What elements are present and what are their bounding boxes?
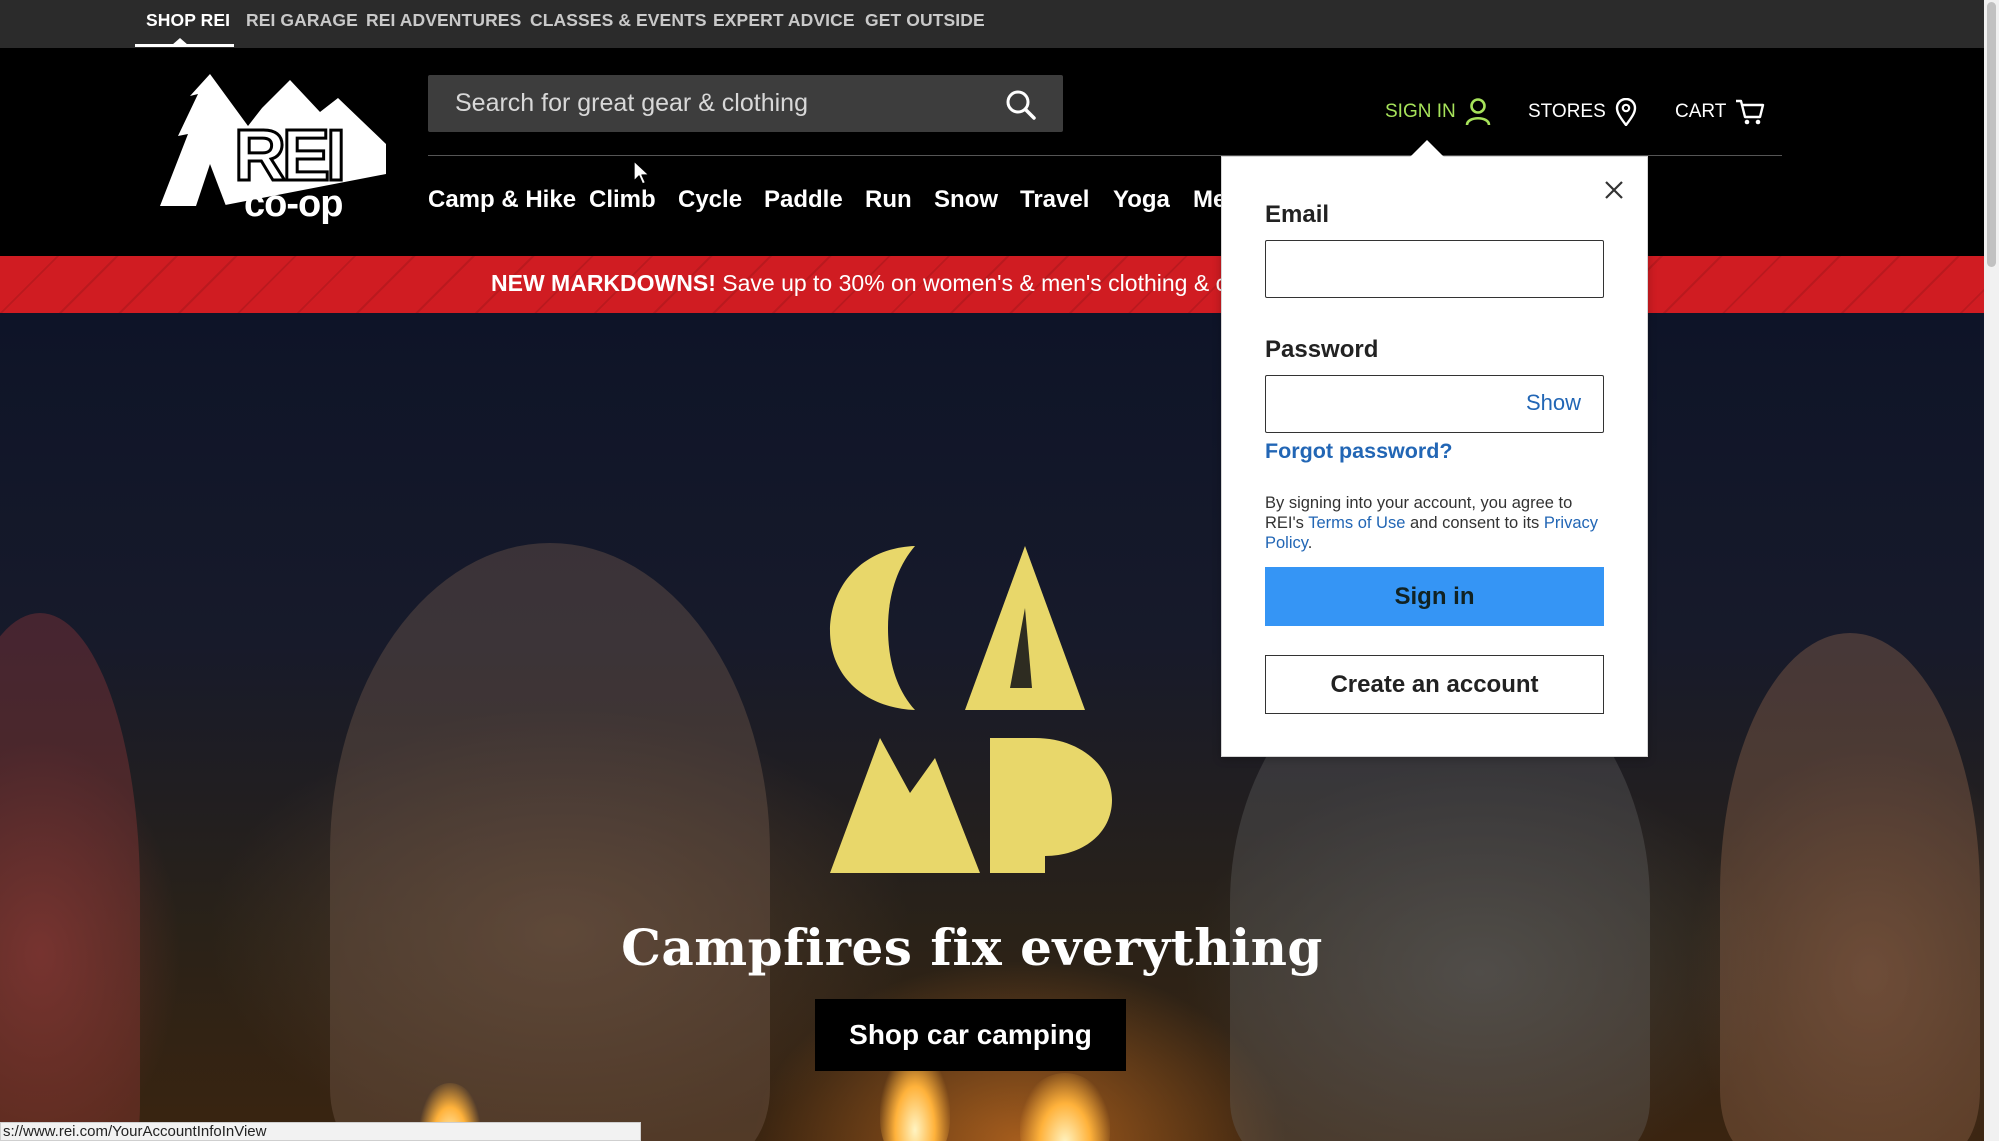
scrollbar-thumb[interactable]	[1987, 2, 1996, 267]
logo-coop-text: co-op	[244, 183, 342, 224]
nav-camp-hike[interactable]: Camp & Hike	[428, 186, 576, 214]
sign-in-button[interactable]: Sign in	[1265, 567, 1604, 626]
rei-coop-logo[interactable]: REI co-op	[160, 74, 386, 225]
utility-nav-classes-events[interactable]: CLASSES & EVENTS	[530, 10, 707, 31]
nav-cycle[interactable]: Cycle	[678, 186, 742, 214]
active-tab-caret	[172, 38, 188, 45]
utility-nav-rei-adventures[interactable]: REI ADVENTURES	[366, 10, 521, 31]
promo-text: NEW MARKDOWNS! Save up to 30% on women's…	[491, 270, 1259, 297]
sign-in-label: SIGN IN	[1385, 101, 1456, 122]
camp-lettering-art	[830, 546, 1112, 873]
hero-person-left	[0, 613, 140, 1141]
forgot-password-link[interactable]: Forgot password?	[1265, 439, 1453, 464]
cart-label: CART	[1675, 101, 1727, 122]
popover-pointer	[1409, 140, 1445, 158]
status-bar-url: s://www.rei.com/YourAccountInfoInView	[0, 1122, 641, 1141]
utility-nav-rei-garage[interactable]: REI GARAGE	[246, 10, 358, 31]
email-label: Email	[1265, 201, 1330, 228]
show-password-button[interactable]: Show	[1526, 390, 1581, 416]
utility-nav-expert-advice[interactable]: EXPERT ADVICE	[713, 10, 855, 31]
utility-nav: SHOP REI REI GARAGE REI ADVENTURES CLASS…	[0, 0, 1984, 48]
promo-banner[interactable]: NEW MARKDOWNS! Save up to 30% on women's…	[0, 256, 1984, 313]
promo-message: Save up to 30% on women's & men's clothi…	[715, 270, 1260, 296]
shop-car-camping-button[interactable]: Shop car camping	[815, 999, 1126, 1071]
utility-nav-get-outside[interactable]: GET OUTSIDE	[865, 10, 985, 31]
hero-banner: Campfires fix everything Shop car campin…	[0, 313, 1984, 1141]
sign-in-link[interactable]: SIGN IN	[1385, 98, 1491, 126]
create-account-button[interactable]: Create an account	[1265, 655, 1604, 714]
cart-icon	[1735, 98, 1765, 126]
nav-snow[interactable]: Snow	[934, 186, 998, 214]
utility-nav-shop-rei[interactable]: SHOP REI	[146, 10, 230, 31]
sign-in-popover: Email Password Show Forgot password? By …	[1221, 140, 1648, 757]
search-icon[interactable]	[1005, 89, 1037, 121]
nav-yoga[interactable]: Yoga	[1113, 186, 1170, 214]
email-field[interactable]	[1266, 241, 1603, 297]
user-icon	[1465, 98, 1491, 126]
promo-headline: NEW MARKDOWNS!	[491, 270, 716, 296]
search-input[interactable]	[428, 75, 988, 132]
campfire-flame	[1020, 1073, 1110, 1141]
hero-title: Campfires fix everything	[621, 918, 1323, 977]
stores-label: STORES	[1528, 101, 1606, 122]
nav-paddle[interactable]: Paddle	[764, 186, 843, 214]
cart-link[interactable]: CART	[1675, 98, 1765, 126]
nav-travel[interactable]: Travel	[1020, 186, 1089, 214]
page-scrollbar[interactable]	[1984, 0, 1999, 1141]
search-box	[428, 75, 1063, 132]
stores-link[interactable]: STORES	[1528, 98, 1637, 126]
sign-in-legal-text: By signing into your account, you agree …	[1265, 493, 1604, 553]
site-header: REI co-op SIGN IN STORES CART Camp & Hik…	[0, 48, 1984, 256]
hero-person-center	[330, 543, 770, 1141]
password-label: Password	[1265, 336, 1379, 363]
password-field-wrapper: Show	[1265, 375, 1604, 433]
terms-of-use-link[interactable]: Terms of Use	[1308, 514, 1405, 532]
legal-text-3: .	[1307, 534, 1313, 552]
main-category-nav: Camp & Hike Climb Cycle Paddle Run Snow …	[428, 186, 1228, 216]
close-icon[interactable]	[1603, 179, 1625, 201]
legal-text-2: and consent to its	[1405, 514, 1544, 532]
hero-person-far-right	[1720, 633, 1980, 1141]
mouse-cursor-icon	[633, 160, 650, 185]
nav-run[interactable]: Run	[865, 186, 912, 214]
nav-climb[interactable]: Climb	[589, 186, 656, 214]
map-pin-icon	[1615, 98, 1637, 126]
email-field-wrapper	[1265, 240, 1604, 298]
